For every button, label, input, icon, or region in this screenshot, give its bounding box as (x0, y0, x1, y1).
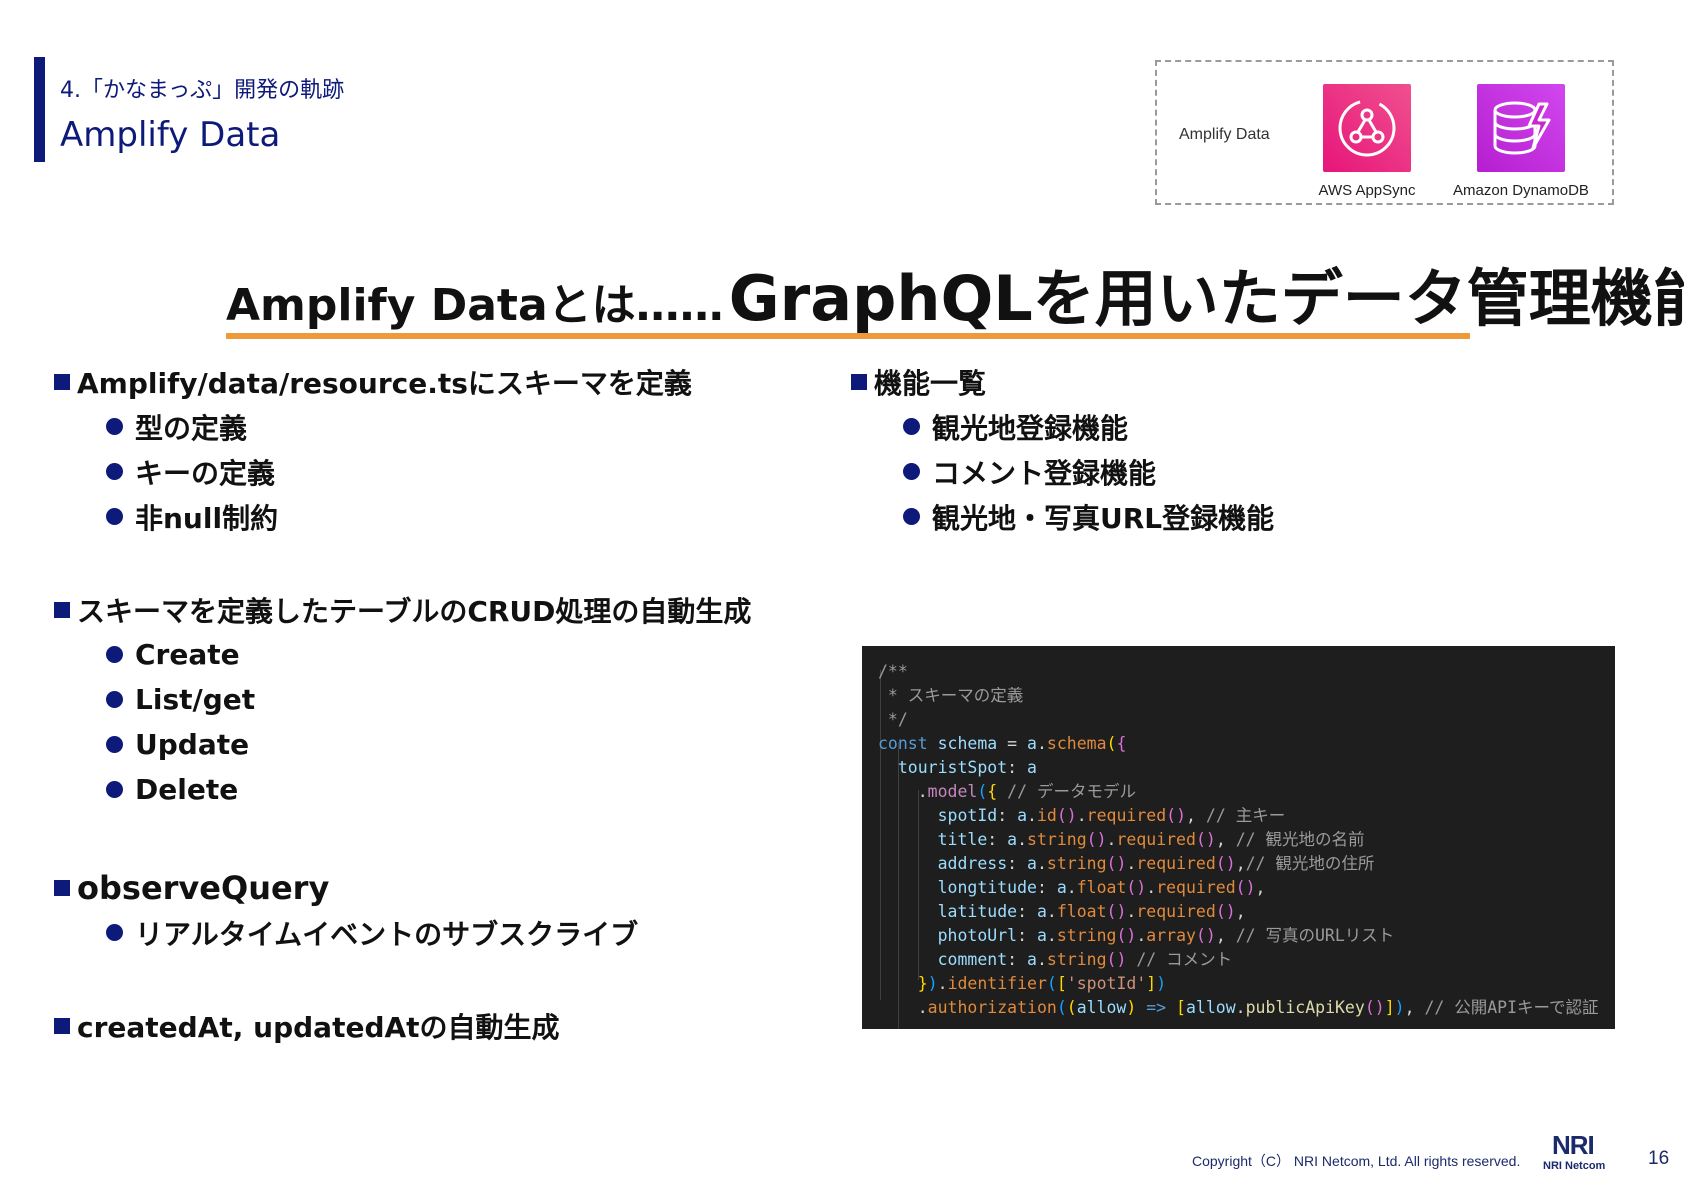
list-item: リアルタイムイベントのサブスクライブ (106, 910, 638, 955)
section-observe-query: observeQuery リアルタイムイベントのサブスクライブ (54, 866, 638, 955)
dot-bullet-icon (106, 463, 123, 480)
section-label: 4.「かなまっぷ」開発の軌跡 (60, 78, 345, 103)
code-line: touristSpot: a (897, 758, 1037, 777)
nri-logo: NRI (1552, 1130, 1595, 1160)
square-bullet-icon (54, 374, 70, 390)
list-item: Create (106, 632, 751, 677)
square-bullet-icon (54, 880, 70, 896)
bullet-list: Create List/get Update Delete (54, 632, 751, 812)
dot-bullet-icon (106, 736, 123, 753)
section-heading: 機能一覧 (851, 360, 1274, 404)
list-item: 型の定義 (106, 404, 692, 449)
dot-bullet-icon (903, 418, 920, 435)
list-item: Update (106, 722, 751, 767)
list-item: Delete (106, 767, 751, 812)
bullet-list: リアルタイムイベントのサブスクライブ (54, 910, 638, 955)
section-crud: スキーマを定義したテーブルのCRUD処理の自動生成 Create List/ge… (54, 588, 751, 812)
headline-main: GraphQLを用いたデータ管理機能 (728, 262, 1684, 335)
header-accent-bar (34, 57, 45, 162)
headline-lead: Amplify Dataとは…… (226, 280, 724, 331)
section-features: 機能一覧 観光地登録機能 コメント登録機能 観光地・写真URL登録機能 (851, 360, 1274, 539)
appsync-icon (1323, 84, 1411, 172)
dot-bullet-icon (106, 418, 123, 435)
section-heading: スキーマを定義したテーブルのCRUD処理の自動生成 (54, 588, 751, 632)
diagram-label: Amplify Data (1179, 126, 1270, 143)
page-title: Amplify Data (60, 115, 281, 155)
square-bullet-icon (851, 374, 867, 390)
dot-bullet-icon (106, 646, 123, 663)
nri-logo-subtext: NRI Netcom (1543, 1160, 1606, 1172)
bullet-list: 型の定義 キーの定義 非null制約 (54, 404, 692, 539)
code-line: address: a.string().required(),// 観光地の住所 (937, 854, 1375, 873)
list-item: 観光地登録機能 (903, 404, 1274, 449)
page-number: 16 (1648, 1148, 1670, 1169)
code-line: /** (878, 662, 908, 681)
dot-bullet-icon (903, 463, 920, 480)
appsync-caption: AWS AppSync (1318, 182, 1416, 199)
dot-bullet-icon (106, 924, 123, 941)
code-snippet: /** * スキーマの定義 */ const schema = a.schema… (862, 646, 1615, 1029)
section-heading: Amplify/data/resource.tsにスキーマを定義 (54, 360, 692, 404)
dot-bullet-icon (106, 691, 123, 708)
code-line: const schema = a.schema({ (878, 734, 1127, 753)
code-line: photoUrl: a.string().array(), // 写真のURLリ… (937, 926, 1395, 945)
list-item: コメント登録機能 (903, 449, 1274, 494)
copyright-text: Copyright（C） NRI Netcom, Ltd. All rights… (1192, 1153, 1521, 1169)
dot-bullet-icon (106, 781, 123, 798)
architecture-diagram: Amplify Data AWS AppSync Amazon DynamoDB (1155, 60, 1614, 205)
dynamodb-caption: Amazon DynamoDB (1453, 182, 1589, 199)
code-line: .authorization((allow) => [allow.publicA… (878, 998, 1599, 1017)
code-line: .model({ // データモデル (878, 782, 1136, 801)
dynamodb-icon (1477, 84, 1565, 172)
headline-underline (226, 333, 1470, 339)
square-bullet-icon (54, 1018, 70, 1034)
dot-bullet-icon (106, 508, 123, 525)
square-bullet-icon (54, 602, 70, 618)
code-line: spotId: a.id().required(), // 主キー (937, 806, 1286, 825)
code-line: latitude: a.float().required(), (937, 902, 1246, 921)
list-item: 非null制約 (106, 494, 692, 539)
code-line: comment: a.string() // コメント (937, 950, 1233, 969)
section-timestamps: createdAt, updatedAtの自動生成 (54, 1004, 560, 1048)
code-line: */ (878, 710, 908, 729)
section-heading: observeQuery (54, 866, 638, 910)
section-heading: createdAt, updatedAtの自動生成 (54, 1004, 560, 1048)
list-item: 観光地・写真URL登録機能 (903, 494, 1274, 539)
section-schema: Amplify/data/resource.tsにスキーマを定義 型の定義 キー… (54, 360, 692, 539)
code-line: * スキーマの定義 (878, 686, 1024, 705)
code-line: longtitude: a.float().required(), (937, 878, 1266, 897)
code-line: title: a.string().required(), // 観光地の名前 (937, 830, 1365, 849)
dot-bullet-icon (903, 508, 920, 525)
bullet-list: 観光地登録機能 コメント登録機能 観光地・写真URL登録機能 (851, 404, 1274, 539)
list-item: キーの定義 (106, 449, 692, 494)
headline: Amplify Dataとは…… GraphQLを用いたデータ管理機能 (226, 248, 1684, 338)
code-line: }).identifier(['spotId']) (917, 974, 1167, 993)
list-item: List/get (106, 677, 751, 722)
